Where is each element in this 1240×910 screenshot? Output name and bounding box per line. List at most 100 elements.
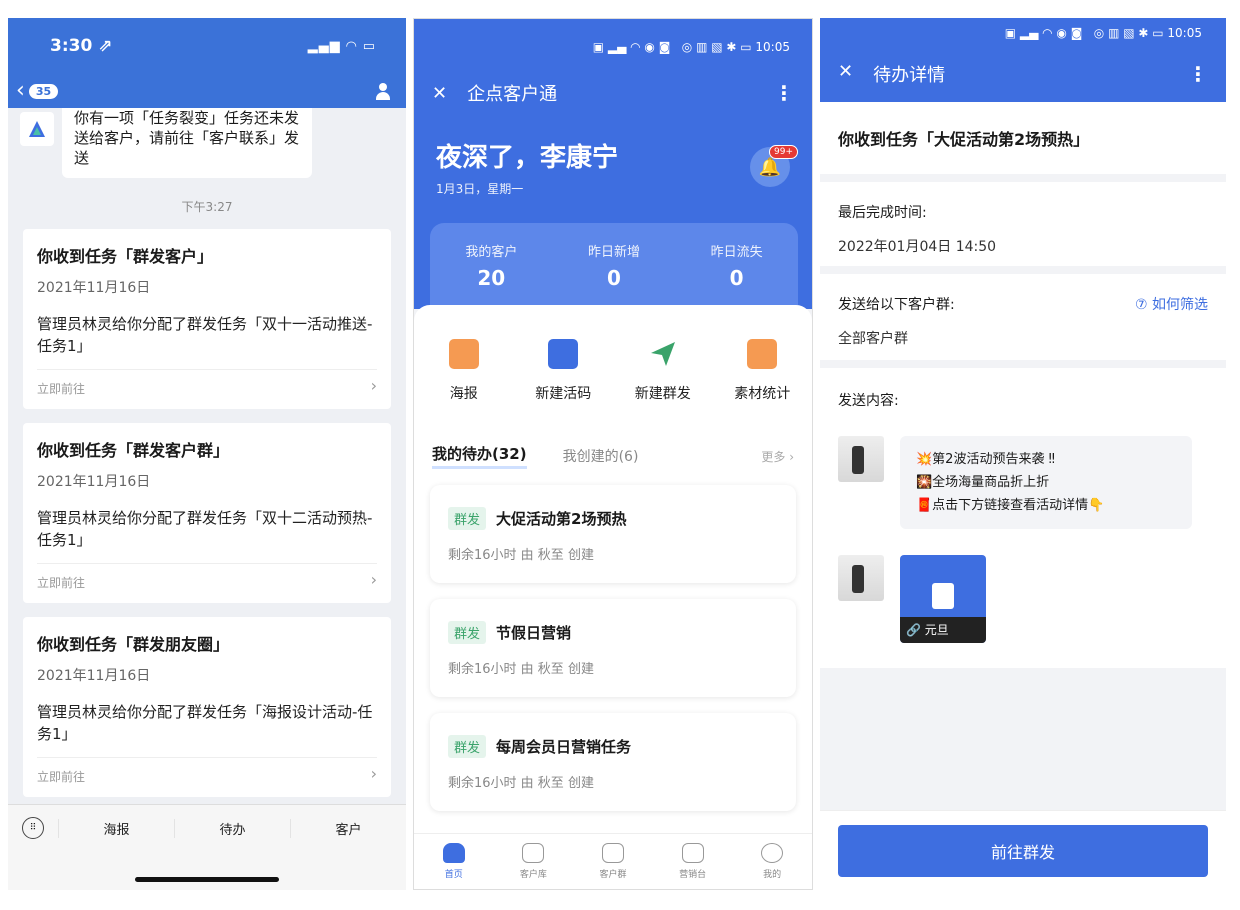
stat-new-yesterday[interactable]: 昨日新增 0 [588,241,640,313]
quick-label: 新建活码 [535,386,592,402]
group-icon [601,843,624,863]
todo-sub: 剩余16小时 由 秋至 创建 [448,776,594,791]
quick-new-code[interactable]: 新建活码 [518,339,608,403]
menu-item-customer[interactable]: 客户 [290,818,406,838]
quick-new-broadcast[interactable]: 新建群发 [618,339,708,403]
go-now-link[interactable]: 立即前往 › [37,369,377,409]
todo-card[interactable]: 群发 大促活动第2场预热 剩余16小时 由 秋至 创建 [430,485,796,583]
app-title: 企点客户通 [467,84,558,105]
deadline-value: 2022年01月04日 14:50 [838,239,997,255]
wecom-chat-panel: 3:30 ⇗ ▂▄▆ ◠ ▭ ‹ 35 你有一项「任务裂变」任务还未发送给客户，… [8,18,406,890]
link-card-label: 🔗 元旦 [900,617,986,643]
qr-code-icon [548,339,579,369]
home-icon [442,843,465,863]
status-time: 10:05 [755,40,790,54]
sender-avatar [838,555,884,601]
todo-tag: 群发 [448,735,487,758]
stat-my-customers[interactable]: 我的客户 20 [465,241,517,313]
chat-nav-bar: ‹ 35 [8,74,406,108]
more-link[interactable]: 更多 › [761,448,794,465]
link-message: 🔗 元旦 [838,555,1208,643]
go-now-link[interactable]: 立即前往 › [37,563,377,603]
deadline-label: 最后完成时间: [838,205,927,221]
task-body: 管理员林灵给你分配了群发任务「双十一活动推送-任务1」 [37,315,373,355]
bell-icon[interactable]: 🔔 99+ [750,145,798,187]
quick-actions: 海报 新建活码 新建群发 素材统计 [414,305,812,403]
stat-value: 0 [729,266,744,290]
status-bar: 3:30 ⇗ ▂▄▆ ◠ ▭ [8,18,406,74]
task-date: 2021年11月16日 [37,280,151,296]
person-icon[interactable] [374,82,392,100]
more-menu-icon[interactable]: ⋮ [774,81,794,105]
tab-label: 营销台 [679,870,707,880]
todo-title: 大促活动第2场预热 [496,510,627,528]
stat-lost-yesterday[interactable]: 昨日流失 0 [711,241,763,313]
bot-message: 你有一项「任务裂变」任务还未发送给客户，请前往「客户联系」发送 [8,108,406,178]
tab-customer-library[interactable]: 客户库 [503,843,563,880]
back-button[interactable]: ‹ 35 [16,80,59,102]
detail-footer: 前往群发 [820,810,1226,896]
chevron-right-icon: › [370,376,377,395]
go-broadcast-button[interactable]: 前往群发 [838,825,1208,877]
customer-stats: 我的客户 20 昨日新增 0 昨日流失 0 [430,223,798,313]
go-now-label: 立即前往 [37,770,86,784]
sender-avatar [838,436,884,482]
message-line: 🎇全场海量商品折上折 [916,475,1050,490]
status-time: 3:30 ⇗ [50,36,113,56]
home-panel: ▣ ▂▄ ◠ ◉ ◙ ◎ ▥ ▧ ✱ ▭ 10:05 ✕ 企点客户通 ⋮ 夜深了，… [413,18,813,890]
tab-my-todo[interactable]: 我的待办(32) [432,443,527,469]
bottom-tab-bar: 首页 客户库 客户群 营销台 我的 [414,833,812,889]
todo-card[interactable]: 群发 节假日营销 剩余16小时 由 秋至 创建 [430,599,796,697]
todo-card[interactable]: 群发 每周会员日营销任务 剩余16小时 由 秋至 创建 [430,713,796,811]
how-to-filter-link[interactable]: ⑦ 如何筛选 [1135,294,1208,314]
content-label: 发送内容: [838,393,899,409]
recipients-section: 发送给以下客户群: ⑦ 如何筛选 全部客户群 [820,274,1226,360]
detail-title: 待办详情 [873,65,946,86]
stat-label: 昨日流失 [710,245,763,260]
tab-label: 首页 [444,870,463,880]
message-line: 🧧点击下方链接查看活动详情👇 [916,498,1105,513]
todo-tag: 群发 [448,621,487,644]
task-title: 你收到任务「群发客户」 [37,247,214,266]
tab-customer-group[interactable]: 客户群 [583,843,643,880]
task-date: 2021年11月16日 [37,474,151,490]
quick-poster[interactable]: 海报 [419,339,509,403]
text-message: 💥第2波活动预告来袭 ‼ 🎇全场海量商品折上折 🧧点击下方链接查看活动详情👇 [838,436,1208,529]
keyboard-icon: ⠿ [22,817,44,839]
tab-home[interactable]: 首页 [424,843,484,880]
quick-label: 海报 [449,386,478,402]
todo-tabs: 我的待办(32) 我创建的(6) 更多 › [414,403,812,469]
link-card[interactable]: 🔗 元旦 [900,555,986,643]
person-icon [522,843,545,863]
quick-label: 新建群发 [634,386,691,402]
bot-bubble: 你有一项「任务裂变」任务还未发送给客户，请前往「客户联系」发送 [62,108,312,178]
home-indicator [135,877,279,882]
menu-item-todo[interactable]: 待办 [174,818,290,838]
close-icon[interactable]: ✕ [838,61,853,87]
detail-header: ▣ ▂▄ ◠ ◉ ◙ ◎ ▥ ▧ ✱ ▭ 10:05 ✕ 待办详情 ⋮ [820,18,1226,102]
document-icon [932,583,954,609]
status-bar: ▣ ▂▄ ◠ ◉ ◙ ◎ ▥ ▧ ✱ ▭ 10:05 [414,19,812,75]
todo-sub: 剩余16小时 由 秋至 创建 [448,662,594,677]
tab-created-by-me[interactable]: 我创建的(6) [563,446,639,466]
message-bubble: 💥第2波活动预告来袭 ‼ 🎇全场海量商品折上折 🧧点击下方链接查看活动详情👇 [900,436,1192,529]
app-bar: ✕ 待办详情 ⋮ [820,48,1226,100]
task-body: 管理员林灵给你分配了群发任务「双十二活动预热-任务1」 [37,509,373,549]
stats-image-icon [747,339,778,369]
menu-item-poster[interactable]: 海报 [58,818,174,838]
tab-marketing[interactable]: 营销台 [663,843,723,880]
status-time: 10:05 [1167,26,1202,40]
chevron-right-icon: › [789,449,794,464]
quick-material-stats[interactable]: 素材统计 [717,339,807,403]
keyboard-toggle-button[interactable]: ⠿ [8,817,58,839]
task-title: 你收到任务「群发朋友圈」 [37,635,230,654]
go-now-link[interactable]: 立即前往 › [37,757,377,797]
task-date: 2021年11月16日 [37,668,151,684]
message-line: 💥第2波活动预告来袭 ‼ [916,452,1055,467]
notification-badge: 99+ [769,145,798,159]
more-menu-icon[interactable]: ⋮ [1188,62,1208,86]
recipients-value: 全部客户群 [838,331,908,347]
more-label: 更多 [761,449,786,464]
close-icon[interactable]: ✕ [432,83,447,104]
tab-me[interactable]: 我的 [742,843,802,880]
